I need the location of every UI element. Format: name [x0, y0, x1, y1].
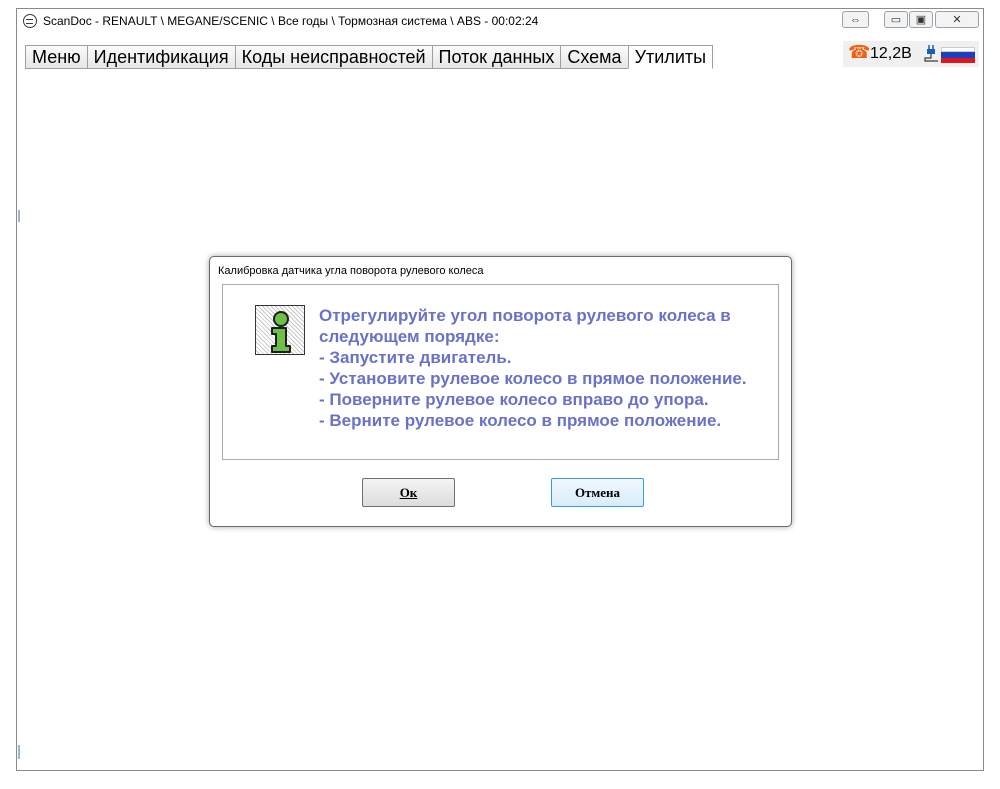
- ok-button-label: Ок: [399, 484, 418, 500]
- tab-data-stream[interactable]: Поток данных: [431, 45, 561, 69]
- cancel-button[interactable]: Отмена: [551, 478, 644, 507]
- dialog-title: Калибровка датчика угла поворота рулевог…: [218, 265, 484, 277]
- close-button[interactable]: ✕: [935, 11, 979, 28]
- edge-marker: [18, 745, 20, 759]
- info-icon: [255, 305, 305, 355]
- resize-button[interactable]: ⇔: [842, 11, 869, 28]
- russian-flag-icon: [941, 47, 975, 63]
- tab-fault-codes[interactable]: Коды неисправностей: [234, 45, 432, 69]
- window-title: ScanDoc - RENAULT \ MEGANE/SCENIC \ Все …: [43, 14, 539, 28]
- plug-icon: [924, 45, 938, 62]
- ok-button[interactable]: Ок: [362, 478, 455, 507]
- tab-menu[interactable]: Меню: [25, 45, 87, 69]
- cancel-button-label: Отмена: [574, 484, 621, 500]
- minimize-button[interactable]: ▭: [884, 11, 908, 28]
- voltage-readout: 12,2В: [870, 45, 912, 62]
- phone-icon: ☎: [848, 42, 871, 62]
- tab-utilities[interactable]: Утилиты: [627, 45, 714, 69]
- tab-scheme[interactable]: Схема: [560, 45, 628, 69]
- steering-wheel-icon: [23, 14, 37, 28]
- maximize-button[interactable]: ▣: [909, 11, 933, 28]
- status-panel: ☎ 12,2В: [843, 41, 979, 67]
- title-bar: ScanDoc - RENAULT \ MEGANE/SCENIC \ Все …: [17, 9, 983, 37]
- tab-bar: Меню Идентификация Коды неисправностей П…: [25, 45, 714, 69]
- dialog-content-frame: Отрегулируйте угол поворота рулевого кол…: [222, 284, 779, 460]
- edge-marker: [18, 210, 20, 222]
- dialog-message: Отрегулируйте угол поворота рулевого кол…: [319, 306, 747, 430]
- minimize-icon: ▭: [890, 14, 902, 26]
- close-icon: ✕: [952, 14, 962, 26]
- calibration-dialog: Калибровка датчика угла поворота рулевог…: [209, 256, 792, 527]
- maximize-icon: ▣: [915, 14, 927, 26]
- resize-icon: ⇔: [850, 13, 861, 26]
- tab-identification[interactable]: Идентификация: [86, 45, 235, 69]
